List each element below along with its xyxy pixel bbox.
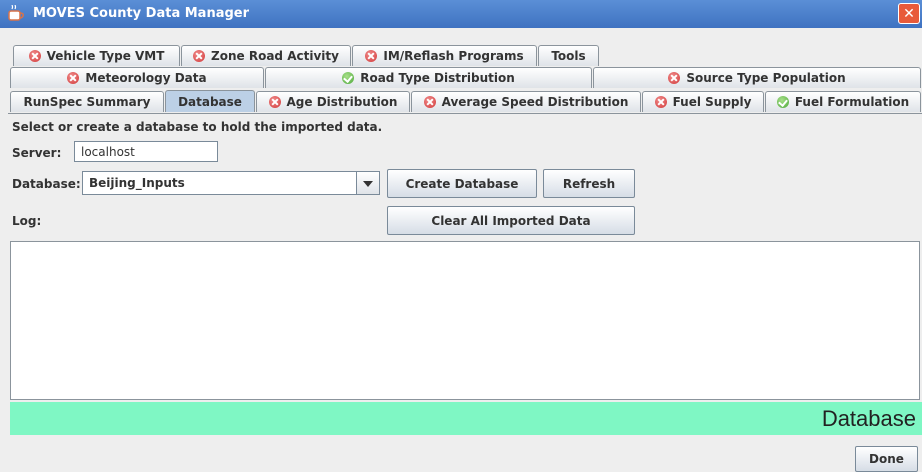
close-icon: ✕ xyxy=(903,6,915,22)
tab-zone-road-activity[interactable]: Zone Road Activity xyxy=(181,45,351,66)
window-title: MOVES County Data Manager xyxy=(33,6,250,21)
error-icon xyxy=(193,50,206,62)
error-icon xyxy=(268,96,281,108)
database-label: Database: xyxy=(12,177,81,191)
log-text-area[interactable] xyxy=(10,241,920,400)
check-icon xyxy=(776,96,789,108)
tab-label: Fuel Formulation xyxy=(794,95,910,109)
tab-label: Tools xyxy=(551,49,586,63)
chevron-down-icon[interactable] xyxy=(356,172,379,194)
close-button[interactable]: ✕ xyxy=(898,3,920,24)
tab-runspec-summary[interactable]: RunSpec Summary xyxy=(10,91,164,112)
tab-age-distribution[interactable]: Age Distribution xyxy=(256,91,410,112)
error-icon xyxy=(423,96,436,108)
tab-label: Age Distribution xyxy=(286,95,398,109)
error-icon xyxy=(365,50,378,62)
tab-label: Meteorology Data xyxy=(85,71,207,85)
tab-fuel-supply[interactable]: Fuel Supply xyxy=(642,91,764,112)
tab-meteorology-data[interactable]: Meteorology Data xyxy=(10,67,264,88)
tab-label: IM/Reflash Programs xyxy=(383,49,524,63)
tab-label: RunSpec Summary xyxy=(23,95,151,109)
error-icon xyxy=(654,96,667,108)
database-combobox[interactable]: Beijing_Inputs xyxy=(82,171,380,195)
log-label: Log: xyxy=(12,214,42,228)
tab-label: Zone Road Activity xyxy=(211,49,339,63)
status-bar: Database xyxy=(10,402,922,435)
java-cup-icon xyxy=(8,5,24,21)
tab-label: Average Speed Distribution xyxy=(441,95,629,109)
tab-im-reflash-programs[interactable]: IM/Reflash Programs xyxy=(352,45,537,66)
error-icon xyxy=(28,50,41,62)
error-icon xyxy=(67,72,80,84)
tab-panel-border xyxy=(8,113,922,114)
error-icon xyxy=(668,72,681,84)
tab-label: Vehicle Type VMT xyxy=(46,49,165,63)
instruction-text: Select or create a database to hold the … xyxy=(12,120,383,134)
server-label: Server: xyxy=(12,146,62,160)
create-database-button[interactable]: Create Database xyxy=(387,169,537,198)
clear-all-imported-data-button[interactable]: Clear All Imported Data xyxy=(387,206,635,235)
done-button[interactable]: Done xyxy=(855,446,918,472)
tab-road-type-distribution[interactable]: Road Type Distribution xyxy=(265,67,592,88)
tab-fuel-formulation[interactable]: Fuel Formulation xyxy=(765,91,921,112)
tab-source-type-population[interactable]: Source Type Population xyxy=(593,67,921,88)
tab-label: Source Type Population xyxy=(686,71,846,85)
tab-label: Fuel Supply xyxy=(672,95,752,109)
server-input[interactable] xyxy=(74,141,218,162)
tab-database[interactable]: Database xyxy=(165,90,255,112)
check-icon xyxy=(342,72,355,84)
tab-tools[interactable]: Tools xyxy=(538,45,599,66)
status-text: Database xyxy=(821,406,916,431)
database-selected-value: Beijing_Inputs xyxy=(89,176,185,190)
tab-label: Database xyxy=(178,94,242,109)
tab-vehicle-type-vmt[interactable]: Vehicle Type VMT xyxy=(13,45,180,66)
refresh-button[interactable]: Refresh xyxy=(543,169,635,198)
title-bar: MOVES County Data Manager ✕ xyxy=(0,0,922,28)
tab-average-speed-distribution[interactable]: Average Speed Distribution xyxy=(411,91,641,112)
tab-label: Road Type Distribution xyxy=(360,71,515,85)
